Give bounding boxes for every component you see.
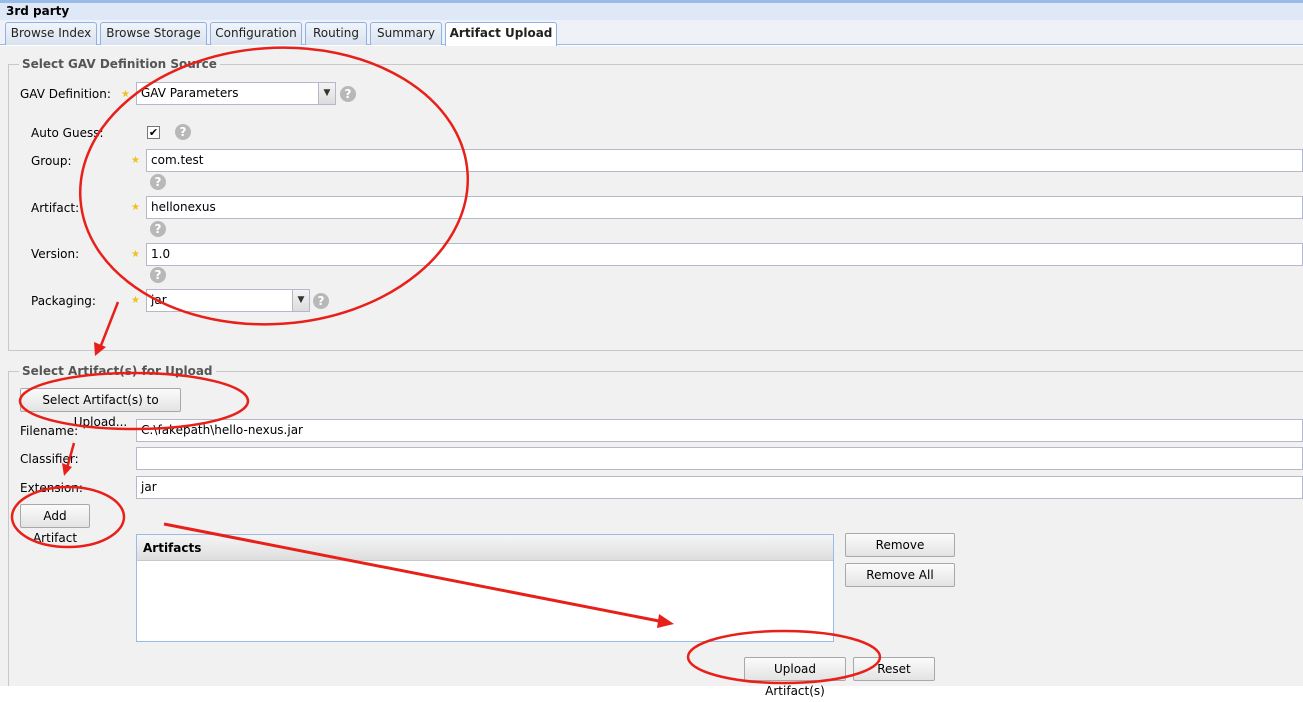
help-question-icon[interactable]: ? (340, 86, 356, 102)
version-input[interactable]: 1.0 (146, 243, 1303, 266)
help-question-icon[interactable]: ? (150, 267, 166, 283)
tab-summary[interactable]: Summary (370, 22, 442, 45)
add-artifact-button[interactable]: Add Artifact (20, 504, 90, 545)
select-artifacts-button[interactable]: Select Artifact(s) to Upload... (20, 388, 181, 429)
auto-guess-checkbox[interactable]: ✔ (147, 126, 160, 139)
panel-title: 3rd party (6, 4, 70, 18)
filename-label: Filename: (20, 424, 79, 438)
required-star-icon: ★ (121, 89, 130, 100)
remove-button[interactable]: Remove (845, 533, 955, 557)
gav-section-legend: Select GAV Definition Source (19, 57, 220, 71)
version-label: Version: (31, 247, 80, 261)
help-question-icon[interactable]: ? (150, 174, 166, 190)
help-question-icon[interactable]: ? (313, 293, 329, 309)
extension-label: Extension: (20, 481, 83, 495)
classifier-input[interactable] (136, 447, 1303, 470)
packaging-select[interactable]: jar ▼ (146, 289, 310, 312)
remove-all-button[interactable]: Remove All (845, 563, 955, 587)
gav-definition-label: GAV Definition: (20, 87, 111, 101)
artifacts-grid-header: Artifacts (137, 535, 833, 561)
artifacts-grid-body (137, 561, 833, 641)
upload-artifacts-button[interactable]: Upload Artifact(s) (744, 657, 846, 698)
tab-browse-index[interactable]: Browse Index (5, 22, 97, 45)
chevron-down-icon[interactable]: ▼ (292, 290, 309, 311)
required-star-icon: ★ (131, 155, 140, 166)
gav-definition-value: GAV Parameters (141, 86, 239, 100)
upload-section-legend: Select Artifact(s) for Upload (19, 364, 216, 378)
auto-guess-label: Auto Guess: (31, 126, 104, 140)
gav-definition-select[interactable]: GAV Parameters ▼ (136, 82, 336, 105)
required-star-icon: ★ (131, 249, 140, 260)
tab-artifact-upload[interactable]: Artifact Upload (445, 22, 557, 46)
required-star-icon: ★ (131, 295, 140, 306)
artifacts-grid: Artifacts (136, 534, 834, 642)
required-star-icon: ★ (131, 202, 140, 213)
chevron-down-icon[interactable]: ▼ (318, 83, 335, 104)
artifact-input[interactable]: hellonexus (146, 196, 1303, 219)
help-question-icon[interactable]: ? (150, 221, 166, 237)
tab-strip: Browse Index Browse Storage Configuratio… (0, 20, 1303, 46)
classifier-label: Classifier: (20, 452, 79, 466)
reset-button[interactable]: Reset (853, 657, 935, 681)
tab-configuration[interactable]: Configuration (210, 22, 302, 45)
tab-browse-storage[interactable]: Browse Storage (100, 22, 207, 45)
filename-input[interactable]: C:\fakepath\hello-nexus.jar (136, 419, 1303, 442)
artifact-label: Artifact: (31, 201, 80, 215)
tab-routing[interactable]: Routing (305, 22, 367, 45)
panel-title-bar: 3rd party (0, 0, 1303, 20)
group-input[interactable]: com.test (146, 149, 1303, 172)
packaging-label: Packaging: (31, 294, 96, 308)
help-question-icon[interactable]: ? (175, 124, 191, 140)
group-label: Group: (31, 154, 72, 168)
packaging-value: jar (151, 293, 167, 307)
extension-input[interactable]: jar (136, 476, 1303, 499)
